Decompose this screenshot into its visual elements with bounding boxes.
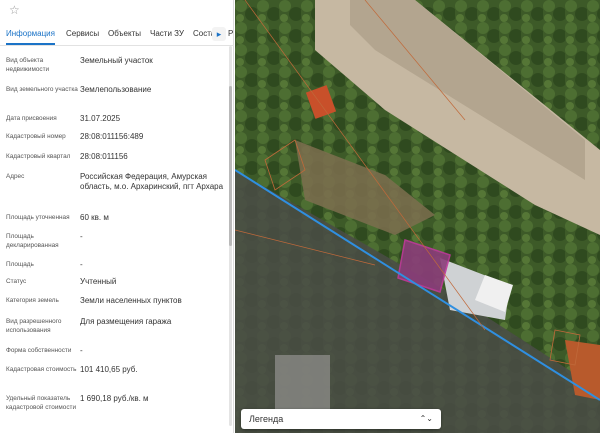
attr-label: Дата присвоения [6, 115, 57, 122]
attr-label: Удельный показатель кадастровой стоимост… [6, 395, 77, 411]
attr-label: Вид объекта недвижимости [6, 57, 50, 73]
attr-value: 31.07.2025 [80, 114, 121, 123]
info-panel: ☆ Информация Сервисы Объекты Части ЗУ Со… [0, 0, 234, 433]
attr-value: - [80, 260, 83, 269]
attr-value: Учтенный [80, 277, 117, 286]
attr-label: Площадь [6, 261, 34, 268]
legend-dropdown[interactable]: Легенда ⌃⌄ [241, 409, 441, 429]
tab-composition[interactable]: Соста [193, 24, 212, 45]
attr-value: 28:08:011156 [80, 152, 128, 161]
chevron-up-down-icon: ⌃⌄ [419, 414, 433, 423]
tab-land-parts[interactable]: Части ЗУ [150, 24, 184, 45]
panel-header: ☆ [0, 0, 233, 22]
tab-next[interactable]: Р [228, 24, 233, 44]
star-icon[interactable]: ☆ [9, 3, 20, 17]
legend-label: Легенда [249, 414, 284, 424]
attr-label: Форма собственности [6, 347, 72, 354]
attr-label: Вид разрешенного использования [6, 318, 62, 334]
tab-composition-clip: Соста [190, 24, 212, 45]
satellite-map[interactable]: Легенда ⌃⌄ [235, 0, 600, 433]
tab-information[interactable]: Информация [6, 24, 55, 45]
attr-value: - [80, 232, 83, 241]
attr-label: Кадастровая стоимость [6, 366, 77, 373]
attr-value: Для размещения гаража [80, 317, 172, 326]
tab-objects[interactable]: Объекты [108, 24, 141, 45]
attr-value: Землепользование [80, 85, 152, 94]
attr-label: Площадь декларированная [6, 233, 59, 249]
attr-label: Вид земельного участка [6, 86, 78, 93]
tab-bar: Информация Сервисы Объекты Части ЗУ Сост… [0, 24, 234, 46]
attr-value: 60 кв. м [80, 213, 109, 222]
attr-value: Российская Федерация, Амурская область, … [80, 172, 224, 191]
attr-label: Кадастровый номер [6, 133, 66, 140]
attr-label: Площадь уточненная [6, 214, 70, 221]
attr-label: Статус [6, 278, 27, 285]
attr-value: - [80, 346, 83, 355]
panel-scrollbar[interactable] [229, 46, 232, 426]
map-imagery [235, 0, 600, 433]
attr-label: Кадастровый квартал [6, 153, 71, 160]
tabs-scroll-right-icon[interactable]: ▸ [212, 27, 226, 41]
scrollbar-thumb[interactable] [229, 86, 232, 246]
attr-value: 101 410,65 руб. [80, 365, 138, 374]
attr-value: Земли населенных пунктов [80, 296, 182, 305]
tab-services[interactable]: Сервисы [66, 24, 99, 45]
attr-label: Категория земель [6, 297, 59, 304]
attr-value: Земельный участок [80, 56, 153, 65]
attr-value: 28:08:011156:489 [80, 132, 144, 141]
attr-value: 1 690,18 руб./кв. м [80, 394, 149, 403]
attr-label: Адрес [6, 173, 25, 180]
